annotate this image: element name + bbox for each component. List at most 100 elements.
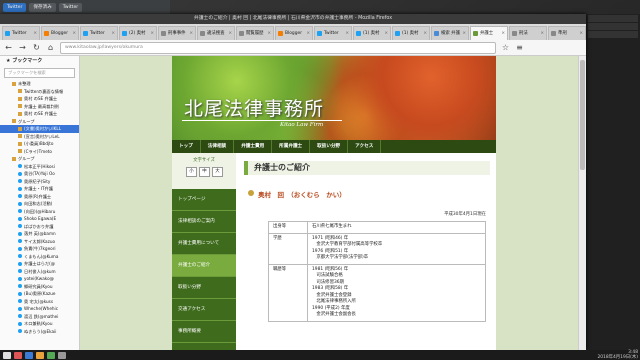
close-icon[interactable]: × [462,28,466,40]
close-icon[interactable]: × [150,28,154,40]
page-scrollbar[interactable] [578,56,586,350]
browser-tab[interactable]: 検索 弁護 × [431,26,469,40]
browser-tab[interactable]: Blogger × [41,26,79,40]
browser-tab[interactable]: 違法捜査 × [197,26,235,40]
bookmark-item[interactable]: 奥原(R)弁護士 [0,193,79,201]
close-icon[interactable]: × [228,28,232,40]
bookmark-star-icon[interactable]: ☆ [501,43,510,52]
bookmark-item[interactable]: 渡辺 鉄(@mathei [0,313,79,321]
side-nav-item[interactable]: 交通アクセス [172,299,236,321]
gnav-item[interactable]: トップ [172,140,201,153]
bookmark-item[interactable]: 奥原紀子(Sity [0,178,79,186]
gnav-item[interactable]: 取扱い分野 [310,140,349,153]
system-clock[interactable]: 3:48 2018年4月19日(木) [590,350,640,360]
bookmark-item[interactable]: (小委員)Bbdjto [0,140,79,148]
bookmark-item[interactable]: 奥村 のSE 弁護士 [0,110,79,118]
gnav-item[interactable]: 所属弁護士 [272,140,311,153]
desktop-task[interactable]: Twitter [58,2,83,12]
bookmark-item[interactable]: 奥 宅太(@kuss [0,298,79,306]
side-nav-item[interactable]: 取扱い分野 [172,277,236,299]
bookmark-item[interactable]: 弁護士 最高裁判例 [0,103,79,111]
bookmark-item[interactable]: (宣言)奥村かいLeL [0,133,79,141]
app-launcher-icon[interactable] [58,351,66,359]
browser-tab[interactable]: (1) 奥村 × [353,26,391,40]
browser-tab[interactable]: (1) 奥村 × [392,26,430,40]
close-icon[interactable]: × [540,28,544,40]
side-nav-item[interactable]: トップページ [172,189,236,211]
firefox-icon[interactable] [36,351,44,359]
bookmark-item[interactable]: (文書)奥村かいIKLL [0,125,79,133]
bookmark-item[interactable]: 向田和志(活動) [0,200,79,208]
gnav-item[interactable]: 法律相談 [201,140,235,153]
bookmark-item[interactable]: 弁護士・IT弁護 [0,185,79,193]
bookmark-item[interactable]: yotei(Kwako@ [0,275,79,283]
font-size-medium-button[interactable]: 中 [199,167,210,177]
gnav-item[interactable]: 弁護士費用 [234,140,273,153]
close-icon[interactable]: × [501,28,505,40]
close-icon[interactable]: × [267,28,271,40]
close-icon[interactable]: × [423,28,427,40]
browser-tab[interactable]: 閲覧履歴 × [236,26,274,40]
back-arrow-icon[interactable]: ← [4,43,13,52]
bookmark-item[interactable]: ばばかおり弁護 [0,223,79,231]
bookmark-item[interactable]: 日村俊人(@kum [0,268,79,276]
bookmark-item[interactable]: Shoko Egawa(E [0,215,79,223]
menu-icon[interactable]: ≡ [515,43,524,52]
bookmark-item[interactable]: ぬきらう(@Ekaii [0,328,79,336]
bookmark-item[interactable]: ネロ兼軌(Kyou [0,320,79,328]
bookmark-folder[interactable]: グループ [0,155,79,163]
bookmark-item[interactable]: くまもん(@Kuma [0,253,79,261]
scrollbar-thumb[interactable] [580,60,585,170]
browser-tab[interactable]: Twitter × [314,26,352,40]
gnav-item[interactable]: アクセス [348,140,382,153]
bookmark-item[interactable]: Twitterの裏面な情報 [0,88,79,96]
close-icon[interactable]: × [33,28,37,40]
close-icon[interactable]: × [189,28,193,40]
app-launcher-icon[interactable] [14,351,22,359]
side-nav-item[interactable]: 弁護士費用について [172,233,236,255]
app-launcher-icon[interactable] [25,351,33,359]
bookmark-item[interactable]: 松本正平(Hikosi [0,163,79,171]
bookmark-folder[interactable]: グループ [0,118,79,126]
bookmark-item[interactable]: 郷研究員(Kyou [0,283,79,291]
browser-tab[interactable]: 刑事事件 × [158,26,196,40]
browser-tab[interactable]: Twitter × [2,26,40,40]
close-icon[interactable]: × [306,28,310,40]
close-icon[interactable]: × [384,28,388,40]
url-bar[interactable]: www.kitaolaw.jp/lawyers/okumura [60,41,496,54]
bookmark-folder[interactable]: 未整理 [0,80,79,88]
bookmark-item[interactable]: Wheche(Whehic [0,305,79,313]
bookmark-item[interactable]: サイ太郎(Kazuo [0,238,79,246]
browser-tab[interactable]: Blogger × [275,26,313,40]
close-icon[interactable]: × [72,28,76,40]
close-icon[interactable]: × [345,28,349,40]
forward-arrow-icon[interactable]: → [18,43,27,52]
home-icon[interactable]: ⌂ [46,43,55,52]
desktop-task[interactable]: Twitter [3,2,27,12]
browser-tab[interactable]: 準刑 × [548,26,586,40]
browser-tab[interactable]: Twitter × [80,26,118,40]
browser-tab-active[interactable]: 弁護士 × [470,26,508,40]
bookmark-item[interactable]: 奥谷(TA)Yoji Oo [0,170,79,178]
app-launcher-icon[interactable] [47,351,55,359]
reload-icon[interactable]: ↻ [32,43,41,52]
bookmark-item[interactable]: 弁護士はらだ(@ [0,260,79,268]
bookmark-item[interactable]: 奥村 のSE 弁護士 [0,95,79,103]
close-icon[interactable]: × [111,28,115,40]
side-nav-item-active[interactable]: 弁護士のご紹介 [172,255,236,277]
bookmark-item[interactable]: (Bu)奥原(Kazue [0,290,79,298]
desktop-task[interactable]: 保存済み [29,2,56,12]
bookmark-item[interactable]: 落井 英(@bamn [0,230,79,238]
site-logo[interactable]: 北尾法律事務所 [184,94,324,121]
bookmark-item[interactable]: 負責(牛)7kgeori [0,245,79,253]
bookmark-item[interactable]: (向田)(@Hibaru [0,208,79,216]
font-size-small-button[interactable]: 小 [186,167,197,177]
bookmark-item[interactable]: (Cライ)Tmeto [0,148,79,156]
side-nav-item[interactable]: 法律相談のご案内 [172,211,236,233]
bookmark-search-input[interactable]: ブックマークを検索 [4,68,75,78]
browser-tab[interactable]: 刑法 × [509,26,547,40]
close-icon[interactable]: × [579,28,583,40]
side-nav-item[interactable]: 事務所概要 [172,321,236,343]
start-menu-icon[interactable] [3,351,11,359]
font-size-large-button[interactable]: 大 [212,167,223,177]
